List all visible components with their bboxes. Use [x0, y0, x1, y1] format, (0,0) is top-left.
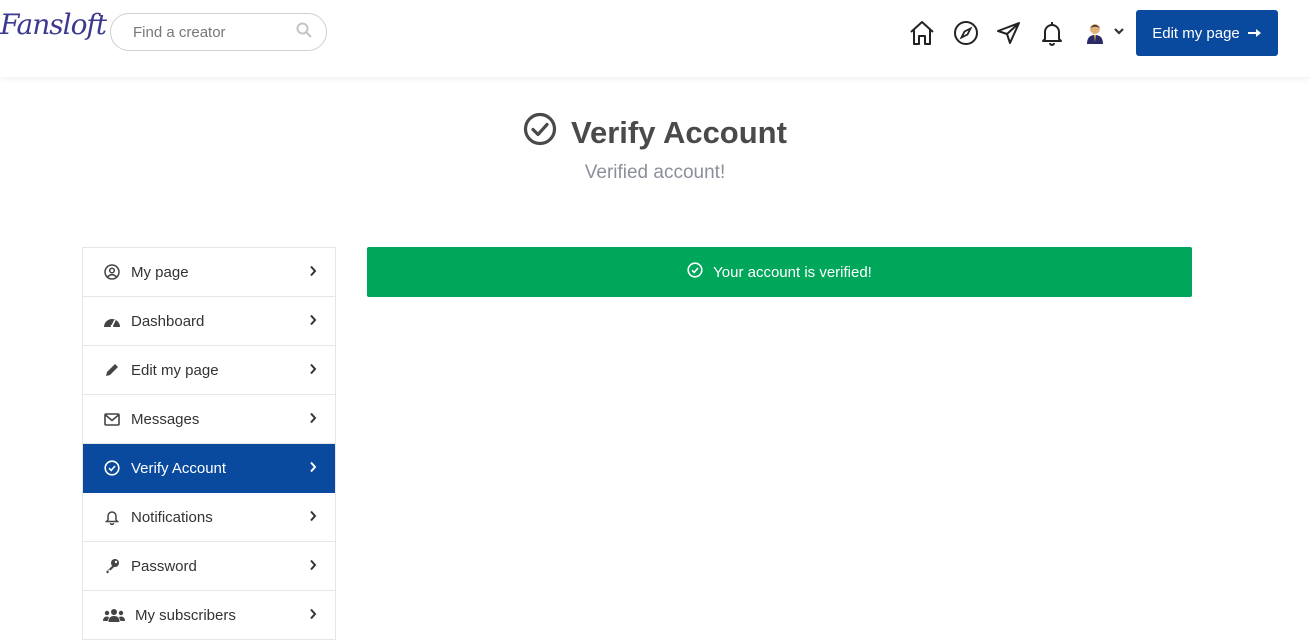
home-icon[interactable]	[908, 19, 936, 47]
sidebar-item-verify-account[interactable]: Verify Account	[83, 444, 335, 493]
check-circle-icon	[523, 112, 557, 154]
compass-icon[interactable]	[952, 19, 980, 47]
page-title-row: Verify Account	[523, 112, 787, 154]
check-circle-icon	[687, 262, 703, 282]
chevron-right-icon	[309, 509, 317, 526]
sidebar-item-label: Edit my page	[131, 361, 219, 379]
envelope-icon	[103, 410, 121, 428]
search-input[interactable]	[131, 22, 285, 42]
page-header: Verify Account Verified account!	[0, 112, 1310, 184]
site-logo[interactable]: Fansloft	[0, 8, 107, 41]
paper-plane-icon[interactable]	[995, 19, 1023, 47]
users-icon	[103, 606, 125, 624]
page-title: Verify Account	[571, 115, 787, 150]
chevron-right-icon	[309, 607, 317, 624]
user-circle-icon	[103, 263, 121, 281]
sidebar-item-label: My subscribers	[135, 606, 236, 624]
sidebar-item-my-page[interactable]: My page	[83, 248, 335, 297]
sidebar-item-password[interactable]: Password	[83, 542, 335, 591]
dashboard-icon	[103, 312, 121, 330]
verified-alert: Your account is verified!	[367, 247, 1192, 297]
bell-icon[interactable]	[1038, 19, 1066, 47]
alert-message: Your account is verified!	[713, 263, 872, 281]
top-navbar: Fansloft Edit my page	[0, 0, 1310, 77]
check-circle-icon	[103, 459, 121, 477]
edit-my-page-label: Edit my page	[1152, 24, 1240, 42]
chevron-right-icon	[309, 460, 317, 477]
sidebar-item-label: My page	[131, 263, 189, 281]
sidebar-item-label: Messages	[131, 410, 200, 428]
sidebar-item-messages[interactable]: Messages	[83, 395, 335, 444]
chevron-right-icon	[309, 558, 317, 575]
sidebar-item-label: Password	[131, 557, 197, 575]
settings-sidebar: My page Dashboard Edit my page Messages …	[82, 247, 336, 640]
page-subtitle: Verified account!	[584, 162, 726, 183]
sidebar-item-label: Verify Account	[131, 459, 227, 477]
pencil-icon	[103, 361, 121, 379]
chevron-right-icon	[309, 411, 317, 428]
sidebar-item-edit-my-page[interactable]: Edit my page	[83, 346, 335, 395]
avatar-icon[interactable]	[1085, 22, 1105, 44]
sidebar-item-label: Dashboard	[131, 312, 205, 330]
bell-icon	[103, 508, 121, 526]
arrow-right-icon	[1247, 25, 1262, 42]
sidebar-item-my-subscribers[interactable]: My subscribers	[83, 591, 335, 640]
chevron-right-icon	[309, 362, 317, 379]
chevron-right-icon	[309, 313, 317, 330]
chevron-right-icon	[309, 264, 317, 281]
key-icon	[103, 557, 121, 575]
sidebar-item-notifications[interactable]: Notifications	[83, 493, 335, 542]
chevron-down-icon[interactable]	[1113, 24, 1125, 42]
sidebar-item-dashboard[interactable]: Dashboard	[83, 297, 335, 346]
edit-my-page-button[interactable]: Edit my page	[1136, 10, 1278, 56]
search-box	[110, 13, 327, 51]
sidebar-item-label: Notifications	[131, 508, 213, 526]
search-icon[interactable]	[296, 22, 312, 43]
